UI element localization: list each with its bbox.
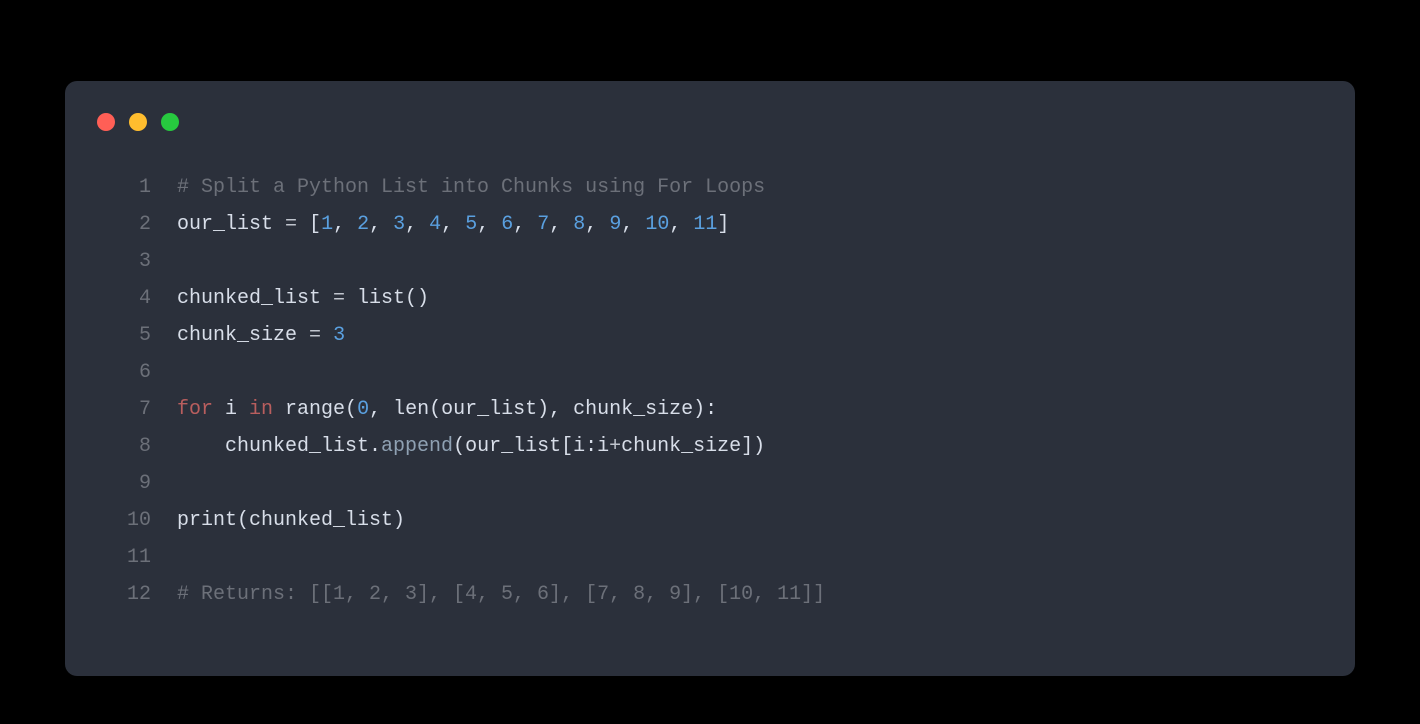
token-op: =: [309, 324, 321, 347]
token-comment: # Split a Python List into Chunks using …: [177, 176, 765, 199]
token-num: 7: [537, 213, 549, 236]
token-method: append: [381, 435, 453, 458]
token-default: ,: [441, 213, 465, 236]
token-num: 3: [393, 213, 405, 236]
token-num: 11: [693, 213, 717, 236]
token-keyword: in: [249, 398, 273, 421]
token-default: ,: [405, 213, 429, 236]
line-number: 10: [105, 502, 177, 539]
line-number: 6: [105, 354, 177, 391]
token-default: print: [177, 509, 237, 532]
code-line: 11: [105, 539, 1315, 576]
token-default: our_list: [177, 213, 285, 236]
token-default: (our_list[i:i: [453, 435, 609, 458]
token-num: 5: [465, 213, 477, 236]
token-default: range(: [273, 398, 357, 421]
token-keyword: for: [177, 398, 213, 421]
token-default: ,: [549, 213, 573, 236]
code-content: our_list = [1, 2, 3, 4, 5, 6, 7, 8, 9, 1…: [177, 206, 729, 243]
line-number: 4: [105, 280, 177, 317]
code-content: for i in range(0, len(our_list), chunk_s…: [177, 391, 717, 428]
code-line: 4chunked_list = list(): [105, 280, 1315, 317]
token-num: 0: [357, 398, 369, 421]
token-default: chunk_size: [177, 324, 309, 347]
token-op: =: [333, 287, 345, 310]
token-default: ,: [669, 213, 693, 236]
line-number: 7: [105, 391, 177, 428]
code-content: # Returns: [[1, 2, 3], [4, 5, 6], [7, 8,…: [177, 576, 825, 613]
code-line: 12# Returns: [[1, 2, 3], [4, 5, 6], [7, …: [105, 576, 1315, 613]
token-num: 2: [357, 213, 369, 236]
window-controls: [97, 113, 179, 131]
token-default: (chunked_list): [237, 509, 405, 532]
line-number: 3: [105, 243, 177, 280]
code-line: 9: [105, 465, 1315, 502]
token-num: 1: [321, 213, 333, 236]
token-default: i: [213, 398, 249, 421]
maximize-icon[interactable]: [161, 113, 179, 131]
token-default: ,: [333, 213, 357, 236]
token-default: ,: [585, 213, 609, 236]
code-line: 8 chunked_list.append(our_list[i:i+chunk…: [105, 428, 1315, 465]
token-num: 9: [609, 213, 621, 236]
code-line: 3: [105, 243, 1315, 280]
token-num: 10: [645, 213, 669, 236]
close-icon[interactable]: [97, 113, 115, 131]
code-content: chunk_size = 3: [177, 317, 345, 354]
code-content: chunked_list.append(our_list[i:i+chunk_s…: [177, 428, 765, 465]
code-block: 1# Split a Python List into Chunks using…: [105, 169, 1315, 613]
token-default: ]: [717, 213, 729, 236]
code-content: chunked_list = list(): [177, 280, 429, 317]
code-line: 5chunk_size = 3: [105, 317, 1315, 354]
token-default: [: [297, 213, 321, 236]
token-num: 6: [501, 213, 513, 236]
code-content: # Split a Python List into Chunks using …: [177, 169, 765, 206]
code-content: print(chunked_list): [177, 502, 405, 539]
token-default: , len(our_list), chunk_size):: [369, 398, 717, 421]
token-default: chunk_size]): [621, 435, 765, 458]
token-default: [321, 324, 333, 347]
token-op: +: [609, 435, 621, 458]
code-line: 2our_list = [1, 2, 3, 4, 5, 6, 7, 8, 9, …: [105, 206, 1315, 243]
token-default: ,: [621, 213, 645, 236]
code-line: 1# Split a Python List into Chunks using…: [105, 169, 1315, 206]
code-line: 6: [105, 354, 1315, 391]
token-num: 4: [429, 213, 441, 236]
code-panel: 1# Split a Python List into Chunks using…: [65, 81, 1355, 676]
token-op: =: [285, 213, 297, 236]
token-num: 8: [573, 213, 585, 236]
line-number: 2: [105, 206, 177, 243]
token-default: ,: [513, 213, 537, 236]
line-number: 11: [105, 539, 177, 576]
code-line: 7for i in range(0, len(our_list), chunk_…: [105, 391, 1315, 428]
line-number: 12: [105, 576, 177, 613]
line-number: 1: [105, 169, 177, 206]
code-line: 10print(chunked_list): [105, 502, 1315, 539]
line-number: 9: [105, 465, 177, 502]
token-default: ,: [369, 213, 393, 236]
token-num: 3: [333, 324, 345, 347]
token-default: chunked_list: [177, 287, 333, 310]
token-default: list(): [345, 287, 429, 310]
minimize-icon[interactable]: [129, 113, 147, 131]
token-default: chunked_list.: [177, 435, 381, 458]
line-number: 5: [105, 317, 177, 354]
token-default: ,: [477, 213, 501, 236]
line-number: 8: [105, 428, 177, 465]
token-comment: # Returns: [[1, 2, 3], [4, 5, 6], [7, 8,…: [177, 583, 825, 606]
